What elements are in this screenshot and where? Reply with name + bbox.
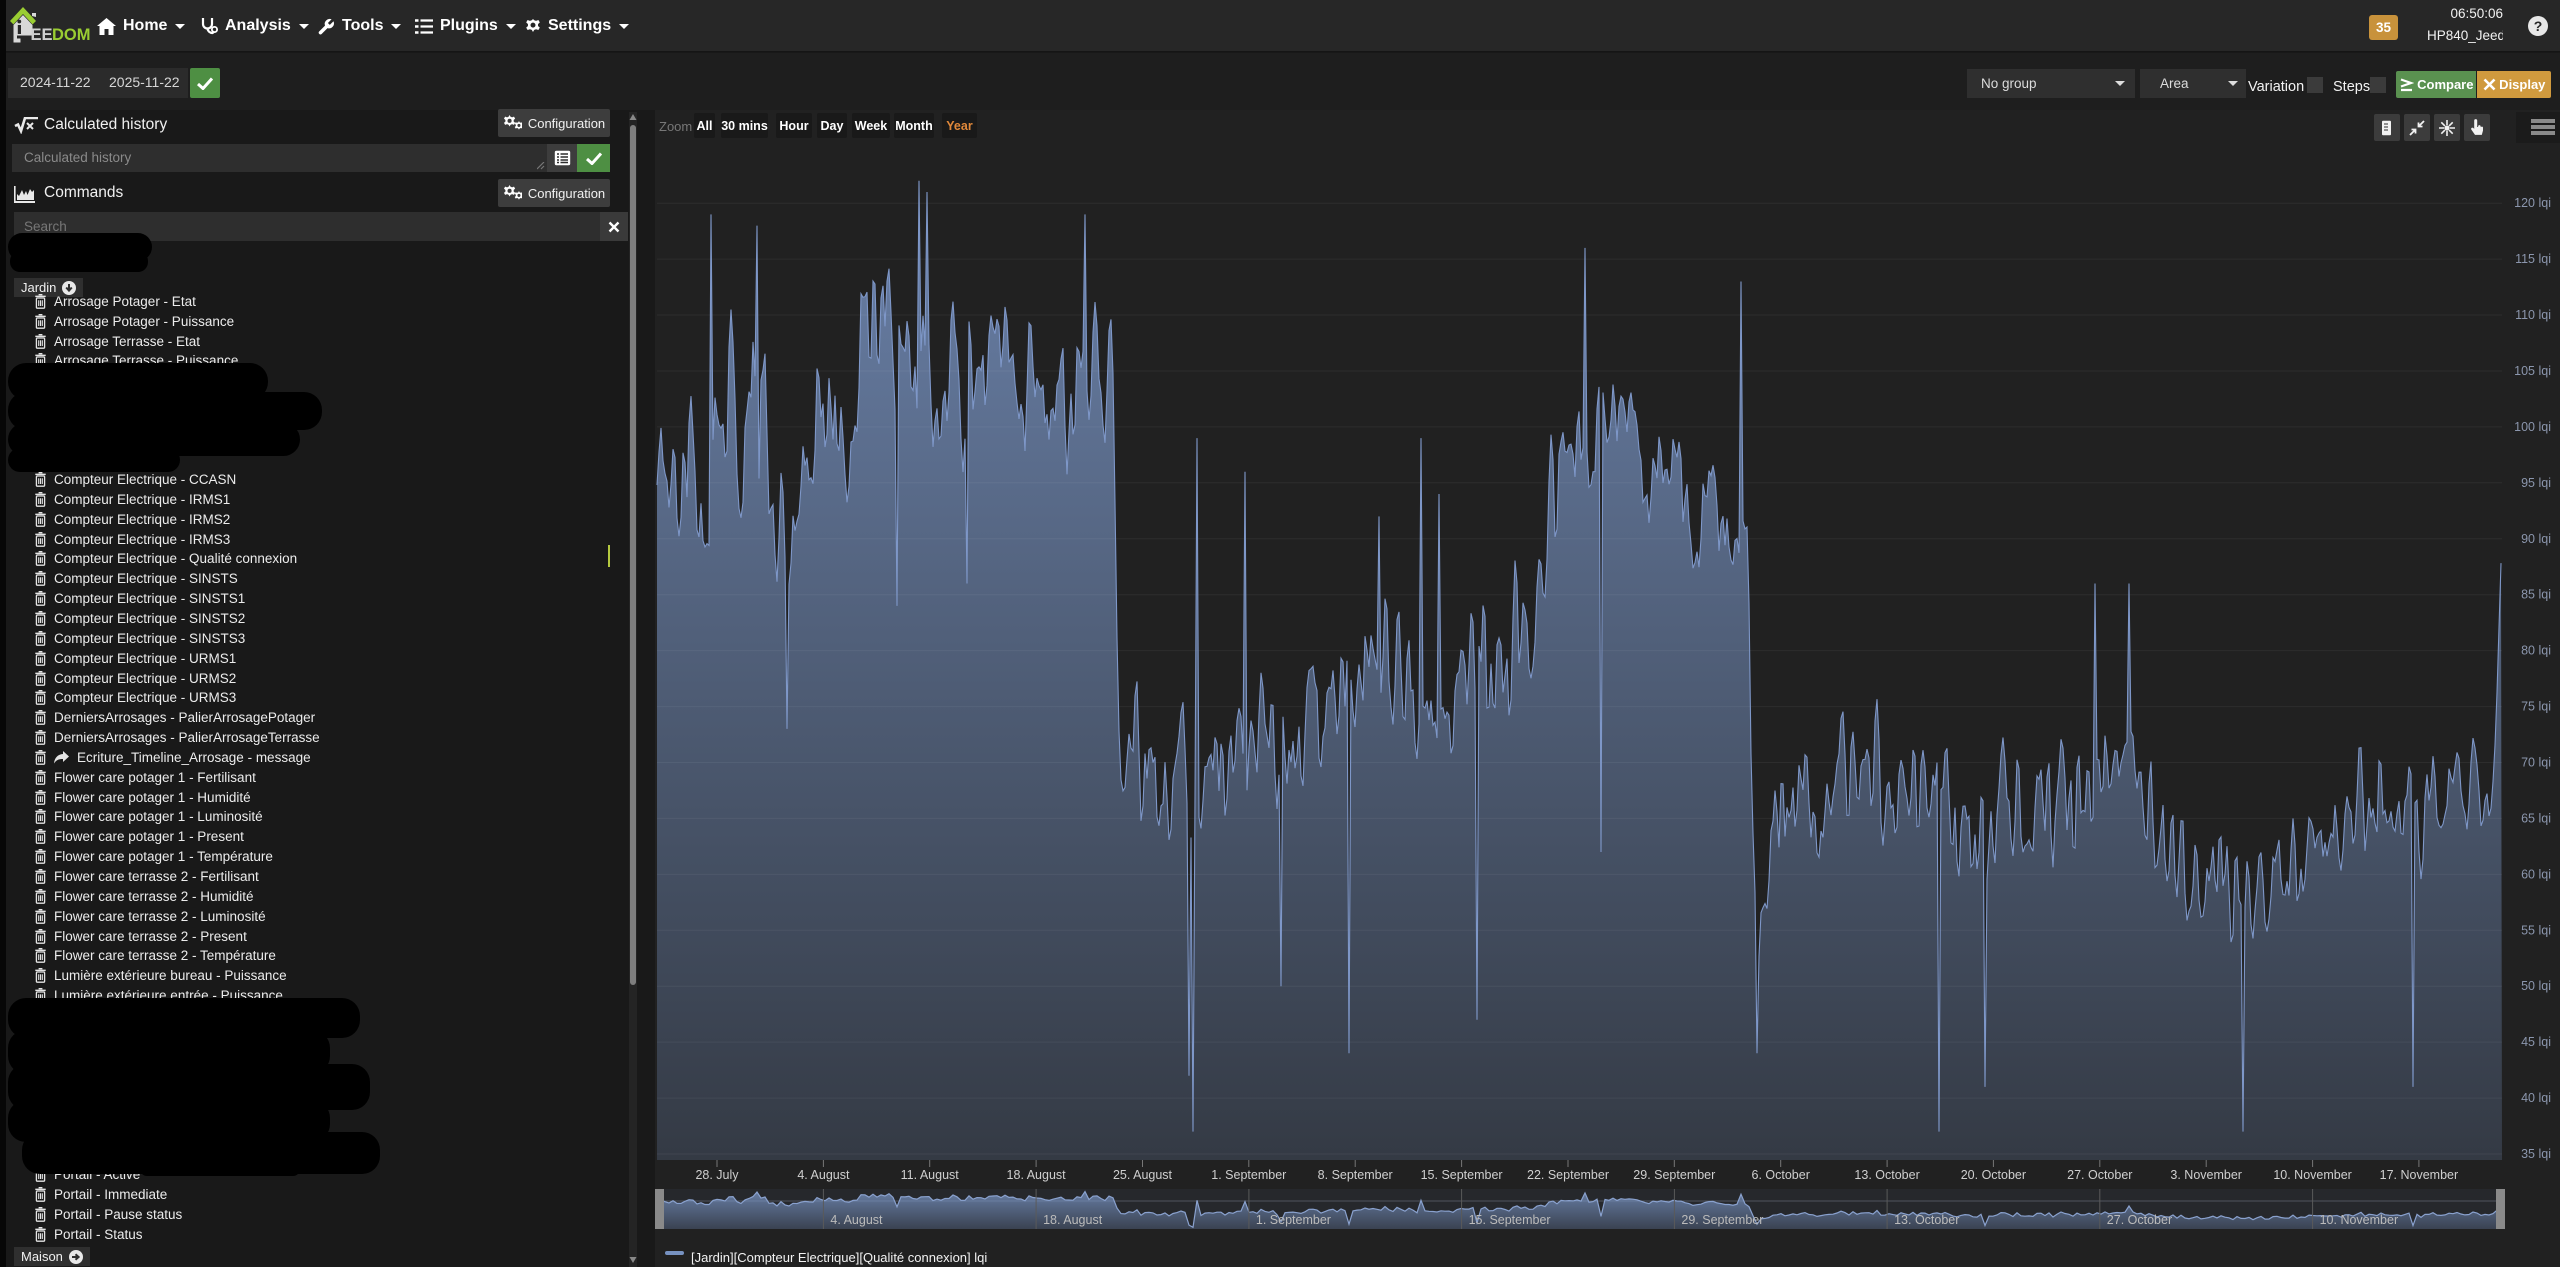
- svg-text:27. October: 27. October: [2067, 1168, 2132, 1182]
- svg-text:27. October: 27. October: [2107, 1213, 2172, 1227]
- svg-text:20. October: 20. October: [1961, 1168, 2026, 1182]
- svg-text:8. September: 8. September: [1318, 1168, 1393, 1182]
- svg-text:29. September: 29. September: [1681, 1213, 1763, 1227]
- svg-text:22. September: 22. September: [1527, 1168, 1609, 1182]
- svg-text:75 lqi: 75 lqi: [2521, 700, 2551, 714]
- svg-text:18. August: 18. August: [1043, 1213, 1103, 1227]
- svg-text:105 lqi: 105 lqi: [2514, 364, 2551, 378]
- svg-text:1. September: 1. September: [1211, 1168, 1286, 1182]
- svg-text:[Jardin][Compteur Electrique][: [Jardin][Compteur Electrique][Qualité co…: [691, 1250, 987, 1265]
- svg-text:3. November: 3. November: [2170, 1168, 2242, 1182]
- svg-text:50 lqi: 50 lqi: [2521, 979, 2551, 993]
- svg-text:45 lqi: 45 lqi: [2521, 1035, 2551, 1049]
- svg-text:4. August: 4. August: [830, 1213, 883, 1227]
- svg-text:1. September: 1. September: [1256, 1213, 1331, 1227]
- svg-text:120 lqi: 120 lqi: [2514, 196, 2551, 210]
- svg-text:60 lqi: 60 lqi: [2521, 867, 2551, 881]
- svg-text:110 lqi: 110 lqi: [2515, 308, 2551, 322]
- svg-text:55 lqi: 55 lqi: [2521, 923, 2551, 937]
- svg-text:10. November: 10. November: [2273, 1168, 2352, 1182]
- svg-text:85 lqi: 85 lqi: [2521, 588, 2551, 602]
- svg-text:4. August: 4. August: [797, 1168, 850, 1182]
- svg-text:95 lqi: 95 lqi: [2521, 476, 2551, 490]
- svg-text:EE: EE: [31, 26, 53, 44]
- svg-text:100 lqi: 100 lqi: [2514, 420, 2551, 434]
- svg-text:115 lqi: 115 lqi: [2515, 252, 2551, 266]
- svg-text:29. September: 29. September: [1633, 1168, 1715, 1182]
- svg-text:25. August: 25. August: [1113, 1168, 1173, 1182]
- svg-text:65 lqi: 65 lqi: [2521, 811, 2551, 825]
- svg-text:40 lqi: 40 lqi: [2521, 1091, 2551, 1105]
- svg-text:90 lqi: 90 lqi: [2521, 532, 2551, 546]
- svg-text:13. October: 13. October: [1854, 1168, 1919, 1182]
- svg-text:?: ?: [2534, 18, 2543, 34]
- svg-text:28. July: 28. July: [695, 1168, 739, 1182]
- svg-text:15. September: 15. September: [1421, 1168, 1503, 1182]
- svg-text:13. October: 13. October: [1894, 1213, 1959, 1227]
- svg-text:15. September: 15. September: [1469, 1213, 1551, 1227]
- svg-text:70 lqi: 70 lqi: [2521, 756, 2551, 770]
- svg-text:DOM: DOM: [52, 26, 90, 44]
- svg-text:35 lqi: 35 lqi: [2521, 1147, 2551, 1161]
- svg-text:80 lqi: 80 lqi: [2521, 644, 2551, 658]
- svg-text:11. August: 11. August: [901, 1168, 960, 1182]
- svg-text:6. October: 6. October: [1752, 1168, 1810, 1182]
- svg-text:10. November: 10. November: [2320, 1213, 2399, 1227]
- svg-text:17. November: 17. November: [2380, 1168, 2459, 1182]
- svg-text:18. August: 18. August: [1007, 1168, 1067, 1182]
